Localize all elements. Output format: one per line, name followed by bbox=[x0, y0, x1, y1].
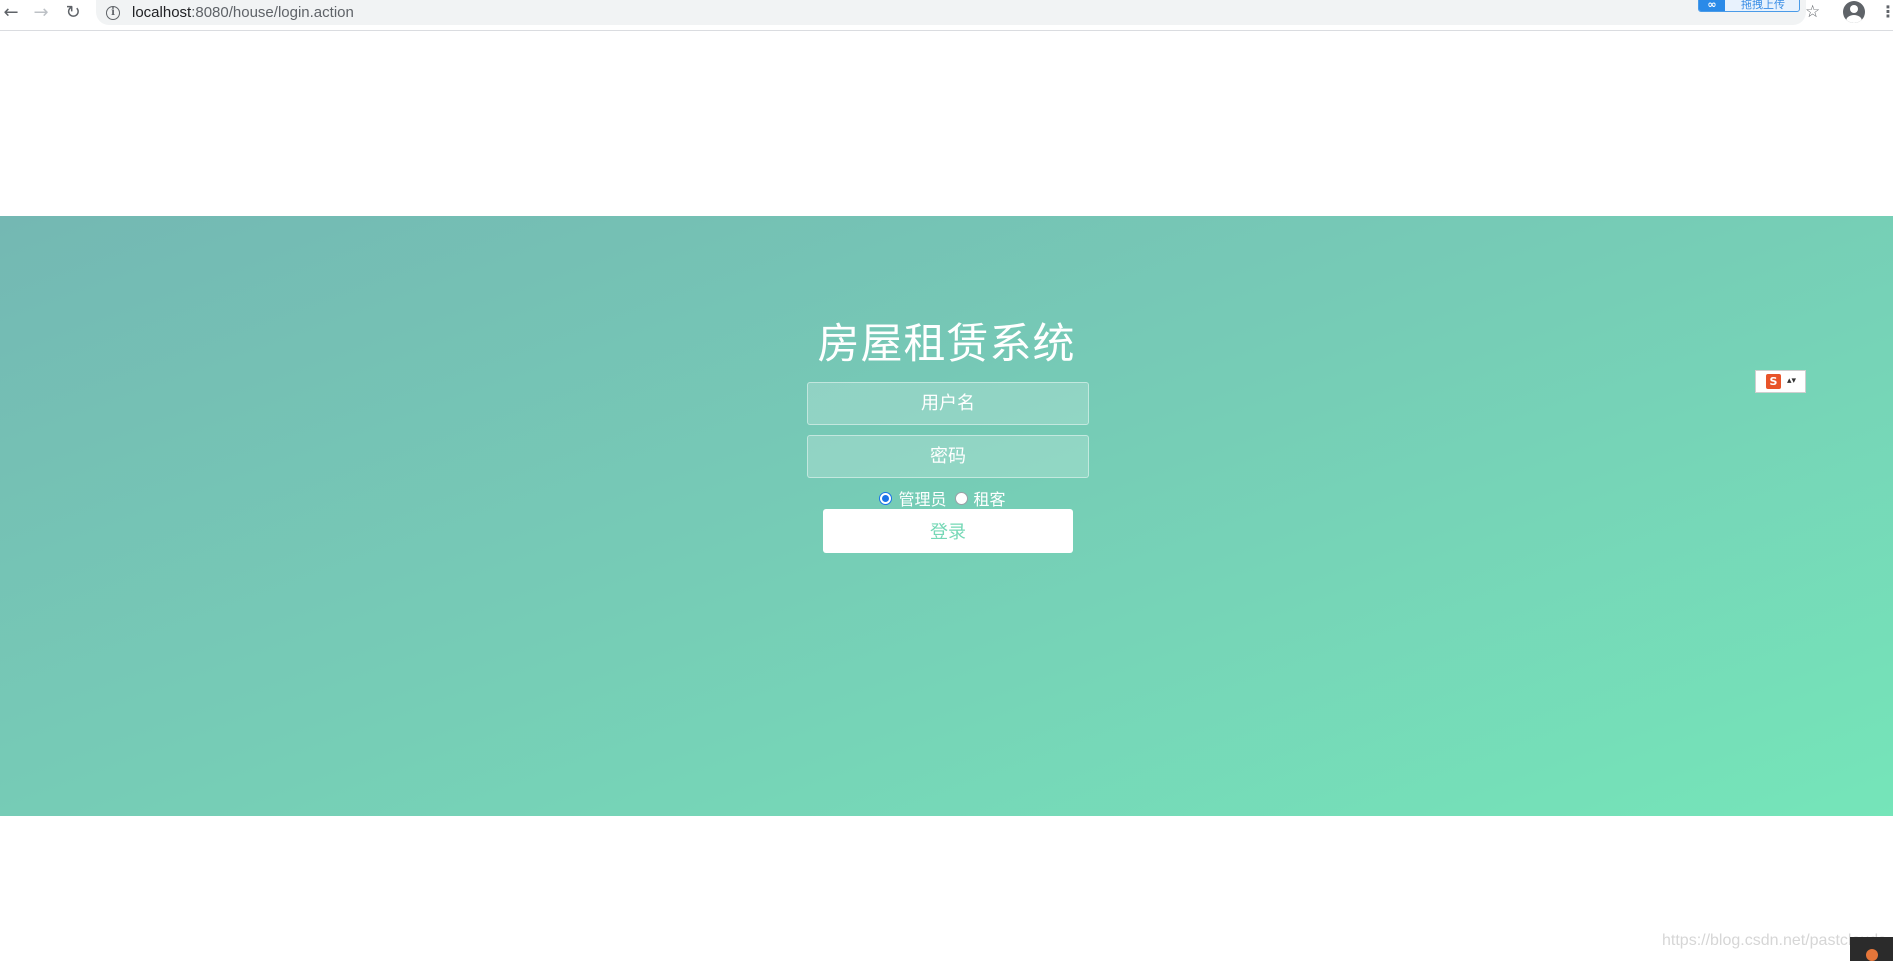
corner-widget[interactable] bbox=[1850, 937, 1893, 961]
role-admin-radio[interactable] bbox=[879, 491, 893, 505]
url-host: localhost bbox=[132, 4, 192, 21]
login-banner: 房屋租赁系统 管理员 租客 登录 bbox=[0, 216, 1893, 816]
password-input[interactable] bbox=[807, 435, 1089, 478]
role-tenant-label[interactable]: 租客 bbox=[974, 486, 1006, 510]
reload-icon[interactable]: ↻ bbox=[62, 2, 84, 24]
url-text[interactable]: localhost:8080/house/login.action bbox=[132, 4, 354, 21]
login-button[interactable]: 登录 bbox=[823, 509, 1073, 553]
ime-toolbar[interactable]: S ▴▾ bbox=[1755, 370, 1806, 393]
kebab-menu-icon[interactable]: ⋮ bbox=[1880, 2, 1893, 21]
role-admin-label[interactable]: 管理员 bbox=[898, 486, 946, 510]
info-icon[interactable]: i bbox=[106, 5, 120, 20]
extension-label: 拖拽上传 bbox=[1741, 0, 1785, 11]
profile-avatar-icon[interactable] bbox=[1843, 1, 1865, 23]
back-arrow-icon[interactable]: ← bbox=[0, 2, 22, 24]
page-title: 房屋租赁系统 bbox=[817, 319, 1076, 369]
bookmark-star-icon[interactable]: ☆ bbox=[1805, 2, 1820, 22]
address-bar[interactable]: i localhost:8080/house/login.action bbox=[96, 0, 1806, 25]
forward-arrow-icon[interactable]: → bbox=[30, 2, 52, 24]
ime-dropdown-icon[interactable]: ▴▾ bbox=[1787, 377, 1796, 386]
url-path: :8080/house/login.action bbox=[191, 4, 354, 21]
sogou-logo-icon: S bbox=[1766, 374, 1781, 389]
role-tenant-radio[interactable] bbox=[954, 491, 968, 505]
upload-extension-button[interactable]: ∞ 拖拽上传 bbox=[1698, 0, 1800, 12]
extension-logo-icon: ∞ bbox=[1699, 0, 1725, 11]
username-input[interactable] bbox=[807, 382, 1089, 425]
corner-widget-icon bbox=[1866, 949, 1878, 961]
browser-toolbar: ← → ↻ i localhost:8080/house/login.actio… bbox=[0, 0, 1893, 31]
role-selector: 管理员 租客 bbox=[0, 487, 1893, 509]
